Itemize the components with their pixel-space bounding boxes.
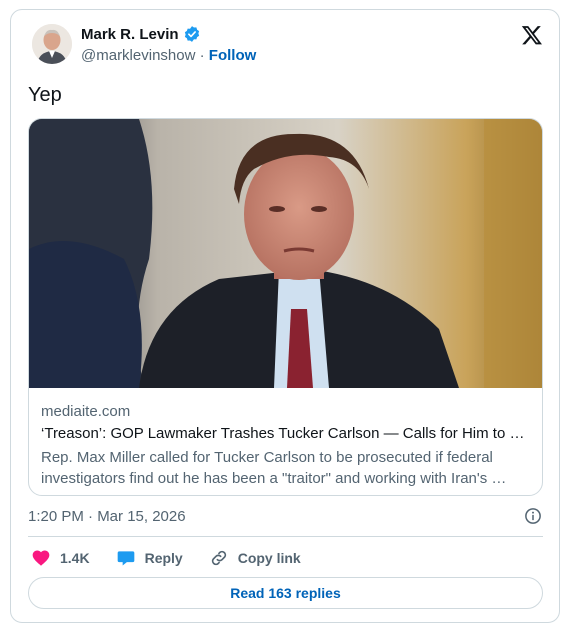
handle-separator: · (199, 47, 205, 64)
copy-link-button[interactable]: Copy link (209, 548, 301, 568)
copy-link-label: Copy link (237, 550, 301, 566)
reply-button[interactable]: Reply (116, 548, 183, 568)
link-description: Rep. Max Miller called for Tucker Carlso… (41, 449, 507, 487)
link-title: ‘Treason’: GOP Lawmaker Trashes Tucker C… (41, 425, 525, 442)
read-replies-button[interactable]: Read 163 replies (28, 577, 543, 609)
embedded-tweet-card: Mark R. Levin @marklevinshow · Follow Ye… (10, 9, 560, 623)
x-logo-icon[interactable] (521, 24, 543, 46)
follow-button[interactable]: Follow (209, 47, 257, 64)
reply-label: Reply (144, 550, 183, 566)
like-button[interactable]: 1.4K (31, 548, 90, 568)
heart-icon (32, 550, 50, 566)
reply-bubble-icon (117, 551, 134, 566)
link-preview-card[interactable]: mediaite.com ‘Treason’: GOP Lawmaker Tra… (28, 118, 543, 496)
like-count: 1.4K (60, 550, 90, 566)
author-name[interactable]: Mark R. Levin (81, 26, 179, 43)
article-photo (29, 119, 542, 388)
verified-badge-icon (184, 26, 199, 42)
avatar[interactable] (32, 24, 72, 64)
tweet-timestamp[interactable]: 1:20 PM · Mar 15, 2026 (28, 508, 186, 525)
action-bar: 1.4K Reply Copy link (31, 548, 327, 568)
info-icon[interactable] (524, 507, 542, 525)
link-icon (211, 550, 226, 566)
tweet-text: Yep (28, 84, 62, 106)
author-handle[interactable]: @marklevinshow (81, 47, 195, 64)
link-domain: mediaite.com (41, 403, 131, 420)
divider (28, 536, 543, 537)
